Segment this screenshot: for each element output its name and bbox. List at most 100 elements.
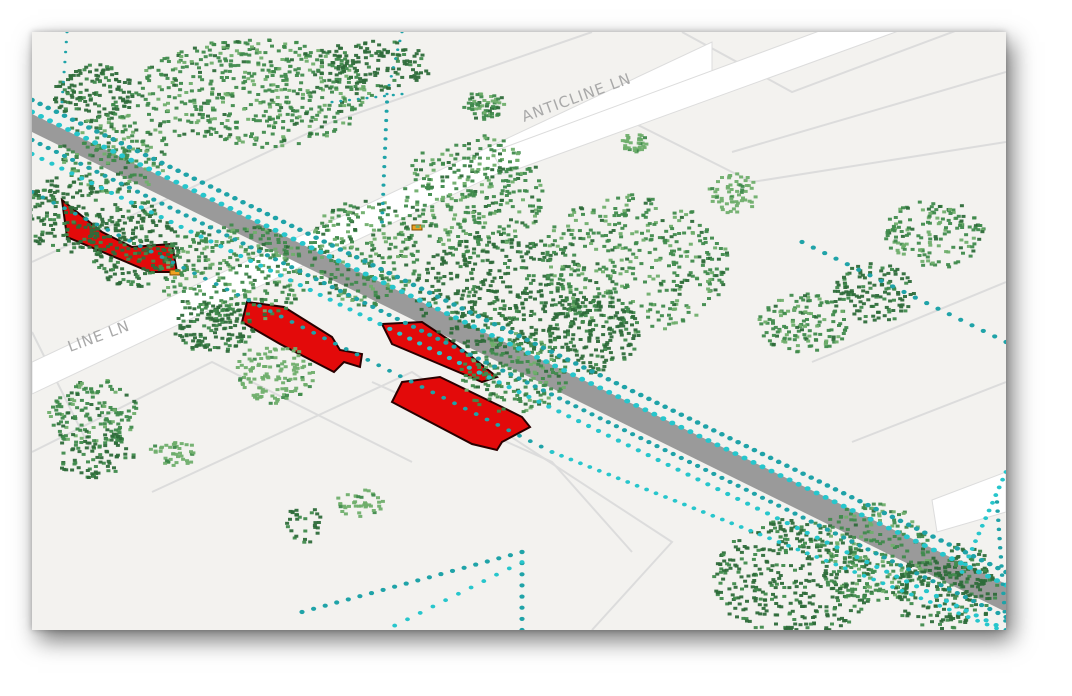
tree-point (576, 273, 581, 277)
tree-point (115, 260, 120, 264)
tree-point (319, 76, 323, 80)
tree-point (271, 253, 276, 257)
tree-point (617, 221, 622, 225)
tree-point (927, 241, 932, 244)
tree-point (896, 251, 901, 255)
tree-point (293, 297, 297, 301)
tree-point (293, 50, 298, 54)
tree-point (466, 147, 471, 151)
tree-point (424, 279, 429, 283)
tree-point (927, 214, 932, 218)
tree-point (571, 260, 576, 264)
tree-point (494, 352, 499, 356)
tree-point (145, 247, 149, 251)
tree-point (260, 145, 265, 149)
map-canvas[interactable]: ANTICLINE LN LINE LN (32, 32, 1006, 630)
tree-point (242, 376, 246, 379)
tree-point (256, 225, 261, 229)
tree-point (339, 241, 344, 245)
tree-point (604, 358, 609, 362)
tree-point (180, 313, 185, 317)
tree-point (883, 290, 887, 294)
tree-point (496, 372, 501, 376)
tree-point (598, 305, 603, 309)
tree-point (172, 445, 177, 449)
tree-point (151, 106, 156, 110)
tree-point (108, 90, 113, 94)
tree-point (773, 586, 778, 590)
tree-point (219, 96, 224, 100)
tree-point (218, 51, 223, 55)
tree-point (206, 119, 211, 122)
tree-point (852, 312, 857, 316)
tree-point (581, 212, 585, 216)
tree-point (449, 197, 454, 201)
tree-point (872, 569, 877, 573)
tree-point (491, 231, 495, 235)
tree-point (540, 377, 545, 380)
tree-point (794, 299, 799, 303)
tree-point (163, 456, 168, 460)
tree-point (481, 225, 486, 229)
tree-point (603, 214, 608, 218)
tree-point (37, 236, 42, 240)
tree-point (89, 390, 94, 394)
tree-point (203, 255, 208, 259)
tree-point (597, 308, 602, 312)
tree-point (571, 236, 576, 240)
tree-point (504, 351, 509, 355)
tree-point (200, 339, 205, 343)
tree-point (779, 314, 783, 318)
tree-point (93, 198, 98, 202)
tree-point (177, 118, 182, 122)
tree-point (948, 212, 953, 215)
tree-point (191, 75, 196, 79)
tree-point (838, 624, 843, 628)
tree-point (792, 618, 797, 621)
tree-point (497, 166, 502, 170)
tree-point (671, 253, 676, 257)
tree-point (803, 585, 807, 589)
tree-point (823, 342, 828, 346)
tree-point (210, 262, 215, 266)
tree-point (126, 409, 131, 413)
tree-point (534, 211, 539, 215)
tree-point (253, 297, 258, 301)
tree-point (871, 513, 876, 517)
tree-point (122, 221, 127, 225)
tree-point (542, 274, 547, 278)
tree-point (205, 45, 209, 49)
tree-point (866, 298, 871, 302)
tree-point (857, 567, 861, 571)
tree-point (151, 264, 155, 267)
tree-point (531, 278, 536, 282)
tree-point (385, 213, 390, 217)
tree-point (177, 134, 182, 138)
tree-point (543, 310, 548, 314)
tree-point (205, 102, 210, 105)
map-viewport[interactable]: ANTICLINE LN LINE LN (32, 32, 1006, 630)
tree-point (159, 150, 164, 154)
tree-point (655, 274, 660, 278)
tree-point (246, 312, 250, 316)
tree-point (477, 235, 481, 238)
tree-point (839, 515, 844, 518)
tree-point (256, 93, 261, 96)
tree-point (753, 195, 758, 199)
tree-point (951, 245, 956, 249)
tree-point (469, 159, 474, 163)
tree-point (464, 245, 469, 249)
tree-point (234, 126, 239, 130)
tree-point (817, 320, 822, 324)
tree-point (829, 579, 834, 583)
tree-point (484, 196, 489, 200)
tree-point (501, 280, 506, 284)
tree-point (787, 337, 792, 341)
tree-point (631, 266, 636, 270)
tree-point (342, 291, 347, 295)
tree-point (530, 209, 535, 213)
tree-point (663, 327, 667, 331)
tree-point (126, 279, 131, 283)
tree-point (584, 345, 589, 349)
tree-point (109, 256, 114, 260)
